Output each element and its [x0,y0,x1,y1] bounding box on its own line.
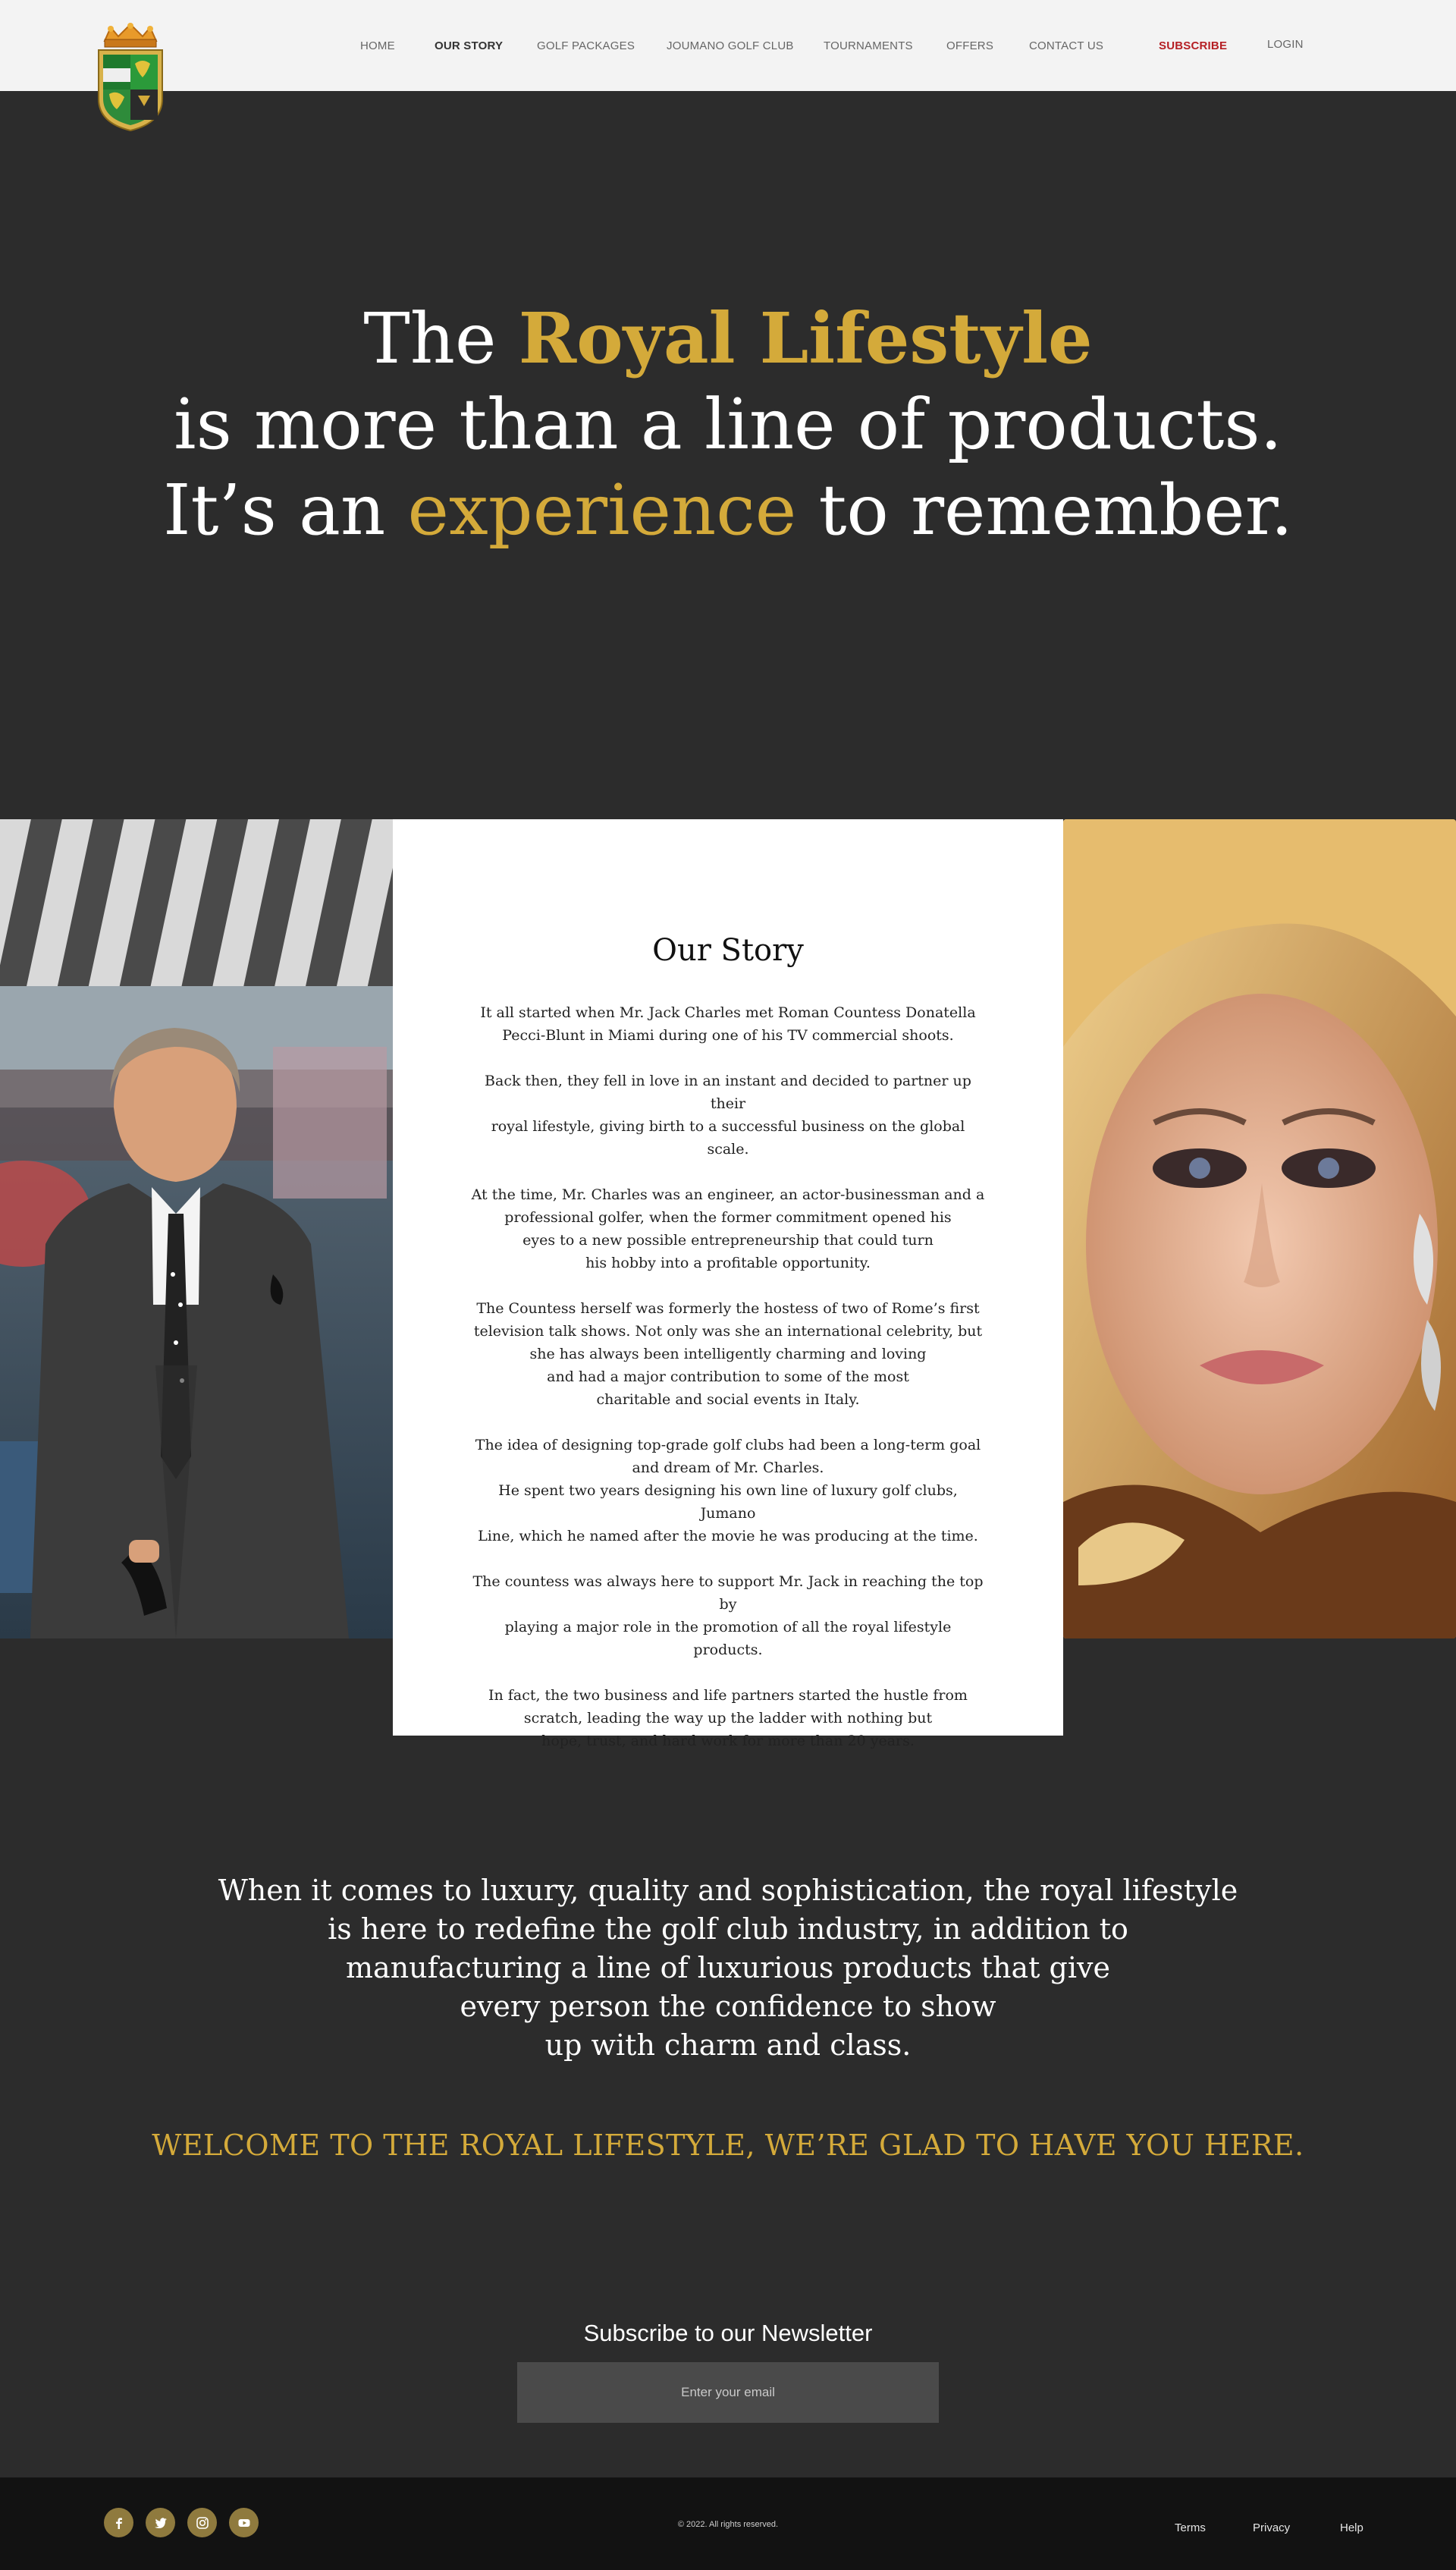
story-paragraph: The countess was always here to support … [472,1573,984,1658]
welcome-banner: WELCOME TO THE ROYAL LIFESTYLE, WE’RE GL… [152,2129,1304,2162]
luxury-statement: When it comes to luxury, quality and sop… [218,1874,1238,2062]
footer-link-help[interactable]: Help [1340,2521,1363,2534]
crest-logo[interactable] [94,23,167,133]
login-link[interactable]: LOGIN [1267,38,1304,51]
founder-photo [0,819,393,1638]
story-paragraph: The Countess herself was formerly the ho… [473,1300,983,1408]
countess-photo [1063,819,1456,1638]
nav-tournaments[interactable]: TOURNAMENTS [824,39,913,52]
footer-link-privacy[interactable]: Privacy [1253,2521,1290,2534]
site-footer: © 2022. All rights reserved. Terms Priva… [0,2477,1456,2570]
site-header: HOME OUR STORY GOLF PACKAGES JOUMANO GOL… [0,0,1456,91]
hero-text: The [363,298,519,379]
footer-link-terms[interactable]: Terms [1175,2521,1206,2534]
newsletter-email-input[interactable] [517,2362,939,2423]
hero-highlight-experience: experience [407,470,797,551]
hero-line-1: The Royal Lifestyle [0,296,1456,382]
story-title: Our Story [652,933,804,968]
nav-offers[interactable]: OFFERS [946,39,993,52]
hero-text: to remember. [796,470,1293,551]
hero-text: It’s an [163,470,408,551]
story-body: It all started when Mr. Jack Charles met… [469,1001,987,1775]
hero-headline: The Royal Lifestyle is more than a line … [0,296,1456,553]
story-paragraph: The idea of designing top-grade golf clu… [475,1437,981,1544]
subscribe-link[interactable]: SUBSCRIBE [1159,39,1227,52]
our-story-card: Our Story It all started when Mr. Jack C… [393,819,1063,1749]
nav-contact-us[interactable]: CONTACT US [1029,39,1103,52]
nav-golf-packages[interactable]: GOLF PACKAGES [537,39,635,52]
story-paragraph: Back then, they fell in love in an insta… [485,1073,971,1158]
hero-line-3: It’s an experience to remember. [0,467,1456,553]
story-paragraph: It all started when Mr. Jack Charles met… [480,1004,976,1044]
story-paragraph: In fact, the two business and life partn… [488,1687,968,1749]
nav-home[interactable]: HOME [360,39,395,52]
nav-our-story[interactable]: OUR STORY [435,39,503,52]
newsletter-title: Subscribe to our Newsletter [583,2320,873,2346]
copyright-text: © 2022. All rights reserved. [677,2520,779,2529]
story-paragraph: At the time, Mr. Charles was an engineer… [471,1186,985,1271]
nav-joumano-golf-club[interactable]: JOUMANO GOLF CLUB [667,39,794,52]
hero-line-2: is more than a line of products. [174,384,1282,465]
hero-highlight-royal-lifestyle: Royal Lifestyle [518,297,1093,379]
